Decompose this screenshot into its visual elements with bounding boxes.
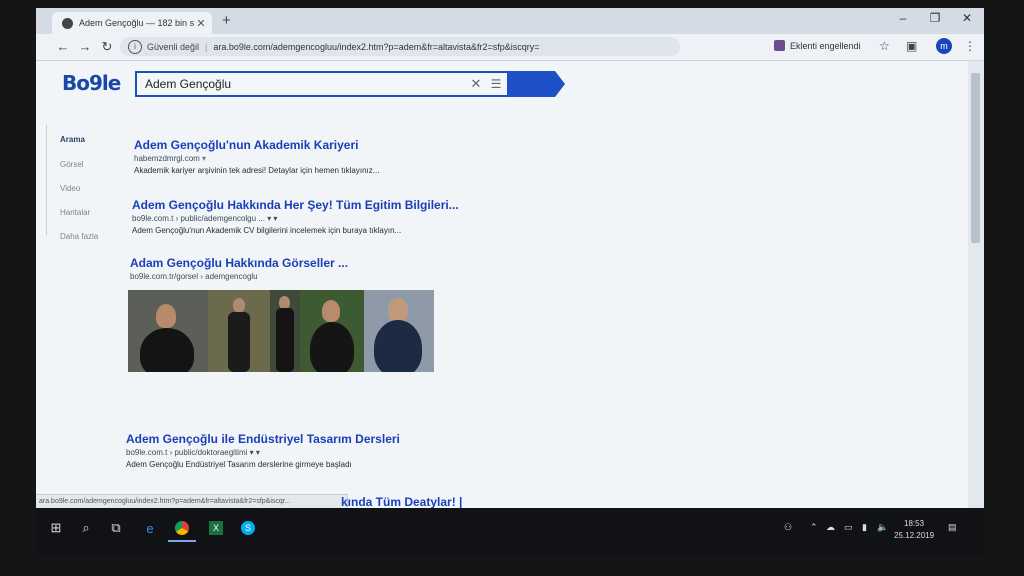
filter-settings-icon[interactable]: ☰ — [485, 77, 507, 91]
result-1: Adem Gençoğlu'nun Akademik Kariyeri habe… — [134, 138, 379, 175]
page-scrollbar[interactable] — [968, 61, 984, 508]
chevron-up-icon[interactable]: ⌃ — [810, 522, 818, 533]
windows-taskbar: ⊞ ⌕ ⧉ e X S ⚇ ⌃ ☁ ▭ ▮ 🔈 18:53 25.12.2019… — [36, 508, 984, 556]
task-view-icon[interactable]: ⧉ — [102, 516, 130, 540]
address-separator: | — [205, 41, 208, 52]
extension-blocked-indicator[interactable]: Eklenti engellendi — [774, 40, 861, 51]
battery-icon[interactable]: ▭ — [844, 522, 853, 533]
search-results-page: Bo9le Adem Gençoğlu ✕ ☰ Arama Görsel Vid… — [36, 61, 968, 508]
nav-divider — [46, 125, 47, 235]
star-icon[interactable]: ☆ — [879, 39, 890, 53]
image-thumbnail[interactable] — [300, 290, 364, 372]
result-url: habemzdmrgl.com ▾ — [134, 154, 207, 163]
result-4: Adem Gençoğlu ile Endüstriyel Tasarım De… — [126, 432, 400, 469]
back-icon[interactable]: ← — [54, 39, 72, 54]
chrome-icon[interactable] — [168, 516, 196, 542]
image-thumbnail[interactable] — [364, 290, 434, 372]
new-tab-button[interactable]: + — [222, 12, 231, 29]
browser-window: Adem Gençoğlu — 182 bin sonu... ✕ + – ❐ … — [36, 8, 984, 556]
result-title[interactable]: Adam Gençoğlu Hakkında Görseller ... — [130, 256, 348, 270]
minimize-button[interactable]: – — [888, 11, 918, 25]
extension-blocked-label: Eklenti engellendi — [790, 40, 861, 51]
nav-item-gorsel[interactable]: Görsel — [60, 160, 84, 169]
result-description: Adem Gençoğlu'nun Akademik CV bilgilerin… — [132, 226, 402, 235]
tab-close-icon[interactable]: ✕ — [194, 17, 208, 30]
result-description: Adem Gençoğlu Endüstriyel Tasarım dersle… — [126, 460, 352, 469]
forward-icon[interactable]: → — [76, 39, 94, 54]
tab-bar: Adem Gençoğlu — 182 bin sonu... ✕ + – ❐ … — [36, 8, 984, 34]
security-label: Güvenli değil — [147, 41, 200, 52]
people-icon[interactable]: ⚇ — [784, 522, 792, 533]
result-url: bo9le.com.t › public/ademgencolgu ... ▾ … — [132, 214, 278, 223]
site-logo[interactable]: Bo9le — [62, 71, 121, 95]
clock-date: 25.12.2019 — [894, 531, 935, 540]
windows-start-icon[interactable]: ⊞ — [42, 516, 70, 540]
browser-toolbar: ← → ↻ i Güvenli değil | ara.bo9le.com/ad… — [36, 34, 984, 61]
result-title[interactable]: Adem Gençoğlu'nun Akademik Kariyeri — [134, 138, 379, 152]
result-url: bo9le.com.tr/gorsel › ademgencoglu — [130, 272, 258, 281]
info-icon[interactable]: i — [128, 39, 142, 54]
nav-item-daha-fazla[interactable]: Daha fazla — [60, 232, 98, 241]
result-url: bo9le.com.t › public/doktoraegitimi ▾ ▾ — [126, 448, 260, 457]
excel-icon[interactable]: X — [202, 516, 230, 540]
search-icon[interactable]: ⌕ — [72, 516, 100, 540]
notification-icon[interactable]: ▤ — [948, 522, 957, 533]
cloud-icon[interactable]: ☁ — [826, 522, 835, 533]
partial-result-title[interactable]: kında Tüm Deatylar! | — [341, 495, 462, 509]
search-button[interactable] — [507, 71, 565, 97]
result-3: Adam Gençoğlu Hakkında Görseller ... bo9… — [130, 256, 348, 281]
nav-item-arama[interactable]: Arama — [60, 135, 85, 144]
result-title[interactable]: Adem Gençoğlu Hakkında Her Şey! Tüm Egit… — [132, 198, 459, 212]
address-bar[interactable]: i Güvenli değil | ara.bo9le.com/ademgenc… — [120, 37, 680, 56]
edge-icon[interactable]: e — [136, 516, 164, 540]
url-dropdown-icon[interactable]: ▾ — [202, 154, 206, 163]
search-query[interactable]: Adem Gençoğlu — [137, 77, 467, 91]
avatar[interactable]: m — [936, 38, 952, 54]
result-2: Adem Gençoğlu Hakkında Her Şey! Tüm Egit… — [132, 198, 459, 235]
menu-kebab-icon[interactable]: ⋮ — [964, 39, 976, 53]
globe-icon — [62, 17, 73, 29]
search-input[interactable]: Adem Gençoğlu ✕ ☰ — [135, 71, 509, 97]
reload-icon[interactable]: ↻ — [98, 39, 116, 55]
skype-icon[interactable]: S — [234, 516, 262, 540]
tab-title: Adem Gençoğlu — 182 bin sonu... — [79, 18, 194, 28]
network-icon[interactable]: ▮ — [862, 522, 867, 533]
result-description: Akademik kariyer arşivinin tek adresi! D… — [134, 166, 380, 175]
nav-item-video[interactable]: Video — [60, 184, 80, 193]
taskbar-clock[interactable]: 18:53 25.12.2019 — [894, 518, 934, 542]
clear-icon[interactable]: ✕ — [467, 76, 485, 92]
close-window-button[interactable]: ✕ — [952, 11, 982, 25]
active-tab[interactable]: Adem Gençoğlu — 182 bin sonu... ✕ — [52, 12, 212, 34]
url-text[interactable]: ara.bo9le.com/ademgencogluu/index2.htm?p… — [213, 42, 539, 52]
maximize-button[interactable]: ❐ — [920, 11, 950, 25]
image-thumbnail[interactable] — [270, 290, 300, 372]
clock-time: 18:53 — [904, 519, 925, 528]
nav-item-haritalar[interactable]: Haritalar — [60, 208, 90, 217]
result-title[interactable]: Adem Gençoğlu ile Endüstriyel Tasarım De… — [126, 432, 400, 446]
puzzle-icon — [774, 40, 785, 51]
status-bar-url: ara.bo9le.com/ademgencogluu/index2.htm?p… — [36, 494, 348, 509]
image-thumbnail[interactable] — [128, 290, 208, 372]
image-thumbnail[interactable] — [208, 290, 270, 372]
scrollbar-thumb[interactable] — [971, 73, 980, 243]
extension-icon[interactable]: ▣ — [906, 39, 917, 53]
volume-mute-icon[interactable]: 🔈 — [877, 522, 888, 533]
image-results-strip — [128, 290, 434, 372]
